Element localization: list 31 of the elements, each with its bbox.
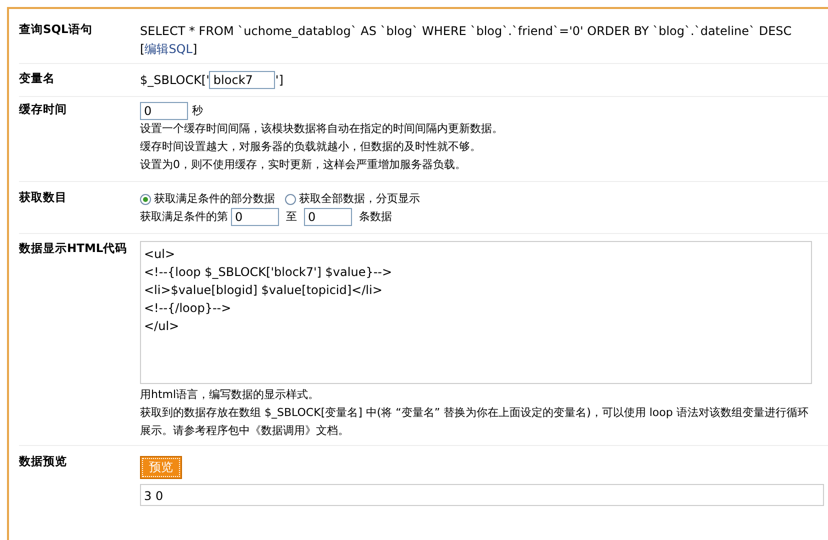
sql-text: SELECT * FROM `uchome_datablog` AS `blog` WHERE `blog`.`friend`='0' ORDER BY `blog`.`dateline` DESC	[140, 23, 793, 40]
cache-time-field[interactable]: 0	[140, 102, 188, 120]
range-text: 获取满足条件的第	[140, 209, 228, 225]
help-text: 设置一个缓存时间间隔，该模块数据将自动在指定的时间间隔内更新数据。	[140, 121, 503, 137]
radio-button[interactable]	[285, 194, 296, 204]
field-label: 查询SQL语句	[19, 22, 94, 38]
field-label: 缓存时间	[19, 102, 68, 118]
bracket-text: ]	[192, 41, 198, 58]
radio-option[interactable]: 获取满足条件的部分数据	[140, 190, 275, 208]
help-text: 用html语言，编写数据的显示样式。	[140, 387, 320, 403]
range-text: 至	[286, 209, 297, 225]
help-text: 获取到的数据存放在数组 $_SBLOCK[变量名] 中(将 “变量名” 替换为你在上面设定的变量名)，可以使用 loop 语法对该数组变量进行循环展示。请参考程序包中《数据调用》文档。	[140, 405, 810, 439]
field-label: 数据显示HTML代码	[19, 241, 128, 257]
field-label: 数据预览	[19, 454, 68, 470]
variable-suffix: ']	[275, 73, 284, 87]
range-text: 条数据	[359, 209, 392, 225]
unit-text: 秒	[192, 103, 203, 119]
variable-name-field[interactable]: block7	[209, 71, 276, 89]
bracket-text: [	[140, 41, 145, 58]
edit-sql-link[interactable]: 编辑SQL	[144, 40, 192, 58]
help-text: 缓存时间设置越大，对服务器的负载就越小，但数据的及时性就不够。	[140, 139, 481, 155]
radio-option[interactable]: 获取全部数据，分页显示	[285, 190, 420, 208]
help-text: 设置为0，则不使用缓存，实时更新，这样会严重增加服务器负载。	[140, 157, 466, 173]
end-field[interactable]: 0	[304, 208, 352, 226]
field-label: 变量名	[19, 71, 56, 87]
radio-button[interactable]	[140, 194, 151, 204]
variable-prefix: $_SBLOCK['	[140, 73, 210, 87]
start-field[interactable]: 0	[231, 208, 279, 226]
preview-output-field: 3 0	[140, 484, 824, 506]
html-code-field[interactable]: <ul> <!--{loop $_SBLOCK['block7'] $value}--> <li>$value[blogid] $value[topicid]</li> <!--{/loop}--> </ul>	[140, 241, 812, 384]
field-label: 获取数目	[19, 190, 68, 206]
